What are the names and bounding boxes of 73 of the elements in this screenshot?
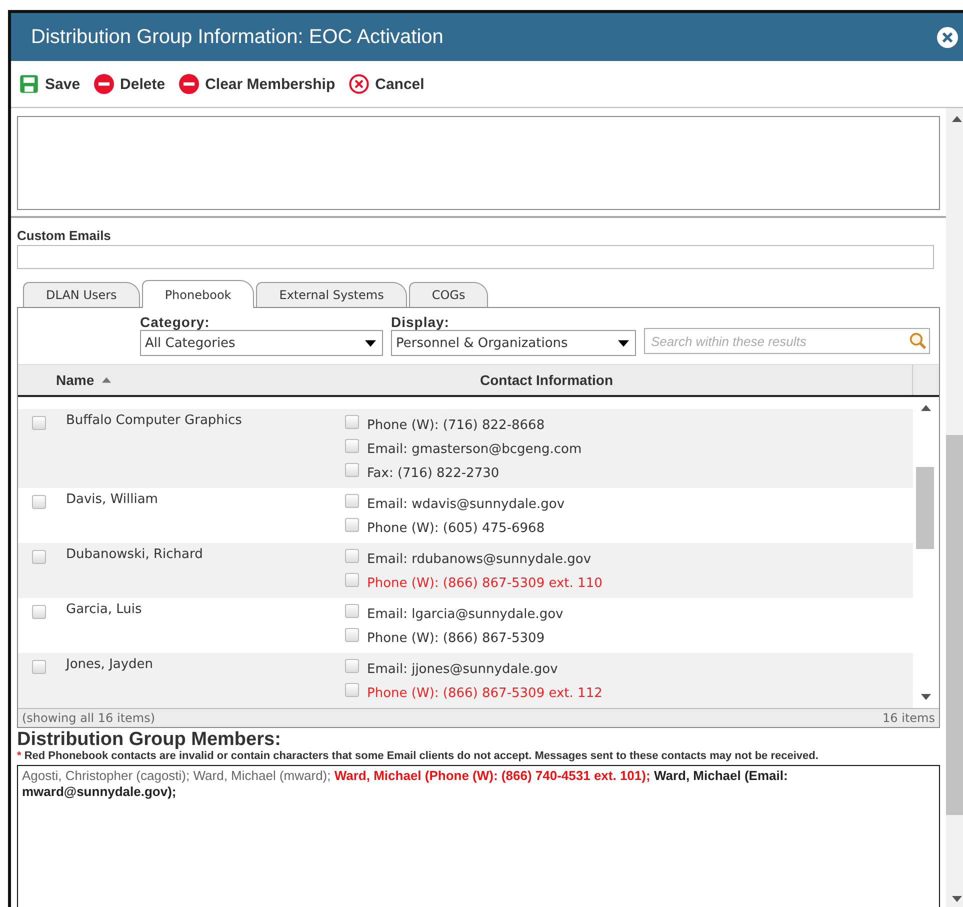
- checkbox[interactable]: [345, 518, 359, 532]
- checkbox[interactable]: [32, 416, 46, 430]
- scrollbar-thumb[interactable]: [946, 435, 963, 815]
- contact-name: Jones, Jayden: [66, 657, 154, 672]
- contact-detail: Phone (W): (866) 867-5309: [367, 630, 545, 646]
- checkbox[interactable]: [345, 415, 359, 429]
- caret-icon: [365, 340, 376, 346]
- field-label: Category:: [140, 314, 211, 330]
- column-header[interactable]: Contact Information: [318, 372, 912, 388]
- tab[interactable]: Phonebook: [142, 280, 254, 308]
- cancel-button[interactable]: Cancel: [349, 74, 424, 94]
- text-area[interactable]: [17, 116, 940, 210]
- checkbox[interactable]: [345, 463, 359, 477]
- checkbox[interactable]: [345, 683, 359, 697]
- minus-circle-icon: [179, 74, 200, 94]
- checkbox[interactable]: [32, 550, 46, 564]
- scroll-down-icon[interactable]: [952, 896, 962, 902]
- section-title: Distribution Group Members:: [17, 730, 282, 750]
- minus-circle-icon: [94, 74, 114, 94]
- scrollbar-thumb[interactable]: [916, 467, 934, 549]
- contact-name: Garcia, Luis: [66, 602, 142, 617]
- display-dropdown[interactable]: Personnel & Organizations: [391, 330, 636, 356]
- checkbox[interactable]: [345, 604, 359, 618]
- item-count: 16 items: [882, 711, 935, 725]
- checkbox[interactable]: [32, 605, 46, 619]
- delete-button[interactable]: Clear Membership: [179, 74, 336, 94]
- scroll-up-icon[interactable]: [921, 405, 931, 411]
- tab[interactable]: External Systems: [256, 282, 407, 307]
- note-text: * Red Phonebook contacts are invalid or contain characters that some Email clients do not accept. Messages sent to these contacts may not be received.: [17, 750, 820, 763]
- checkbox[interactable]: [345, 439, 359, 453]
- checkbox[interactable]: [345, 549, 359, 563]
- checkbox[interactable]: [345, 659, 359, 673]
- delete-button[interactable]: Delete: [94, 74, 166, 94]
- contact-detail: Email: lgarcia@sunnydale.gov: [367, 606, 564, 622]
- field-label: Display:: [391, 314, 450, 330]
- caret-icon: [618, 340, 629, 346]
- search-field[interactable]: Search within these results: [644, 328, 930, 354]
- tab[interactable]: COGs: [408, 282, 488, 307]
- scroll-down-icon[interactable]: [921, 694, 931, 700]
- contact-name: Dubanowski, Richard: [66, 547, 203, 562]
- table-row[interactable]: Buffalo Computer Graphics Phone (W): (716) 822-8668 Email: gmasterson@bcgeng.com Fax: (716) 822-2730: [18, 409, 913, 488]
- contact-detail: Email: jjones@sunnydale.gov: [367, 662, 558, 676]
- scroll-up-icon[interactable]: [952, 116, 962, 122]
- contact-detail: Email: rdubanows@sunnydale.gov: [367, 552, 592, 566]
- table-row[interactable]: Dubanowski, Richard Email: rdubanows@sunnydale.gov Phone (W): (866) 867-5309 ext. 110: [18, 543, 913, 598]
- save-button[interactable]: Save: [19, 74, 80, 94]
- scrollbar[interactable]: [946, 108, 963, 907]
- checkbox[interactable]: [345, 628, 359, 642]
- contact-detail: Fax: (716) 822-2730: [367, 466, 500, 480]
- x-circle-icon: [349, 74, 370, 94]
- contact-detail: Phone (W): (866) 867-5309 ext. 110: [367, 576, 602, 590]
- checkbox[interactable]: [345, 494, 359, 508]
- category-dropdown[interactable]: All Categories: [140, 330, 383, 356]
- contact-name: Buffalo Computer Graphics: [66, 413, 242, 428]
- members-box[interactable]: Agosti, Christopher (cagosti); Ward, Michael (mward); Ward, Michael (Phone (W): (866) 740-4531 ext. 101); Ward, Michael (Email: mward@sunnydale.gov);: [17, 765, 940, 907]
- close-icon[interactable]: [937, 26, 958, 48]
- contact-detail: Phone (W): (605) 475-6968: [367, 520, 545, 536]
- field-label: Custom Emails: [17, 228, 111, 243]
- contact-detail: Phone (W): (866) 867-5309 ext. 112: [367, 686, 602, 700]
- checkbox[interactable]: [32, 660, 46, 674]
- search-icon: [909, 332, 927, 350]
- checkbox[interactable]: [345, 573, 359, 587]
- window-title: Distribution Group Information: EOC Activation: [31, 26, 444, 48]
- column-header[interactable]: Name: [18, 372, 318, 388]
- table-row[interactable]: Jones, Jayden Email: jjones@sunnydale.gov Phone (W): (866) 867-5309 ext. 112: [18, 653, 913, 708]
- tab[interactable]: DLAN Users: [23, 282, 140, 307]
- input-field[interactable]: [17, 245, 934, 269]
- contact-detail: Phone (W): (716) 822-8668: [367, 418, 545, 432]
- contact-name: Davis, William: [66, 492, 158, 507]
- checkbox[interactable]: [32, 495, 46, 509]
- item-range-text: (showing all 16 items): [22, 711, 156, 725]
- contact-detail: Email: wdavis@sunnydale.gov: [367, 496, 565, 512]
- contact-detail: Email: gmasterson@bcgeng.com: [367, 442, 582, 456]
